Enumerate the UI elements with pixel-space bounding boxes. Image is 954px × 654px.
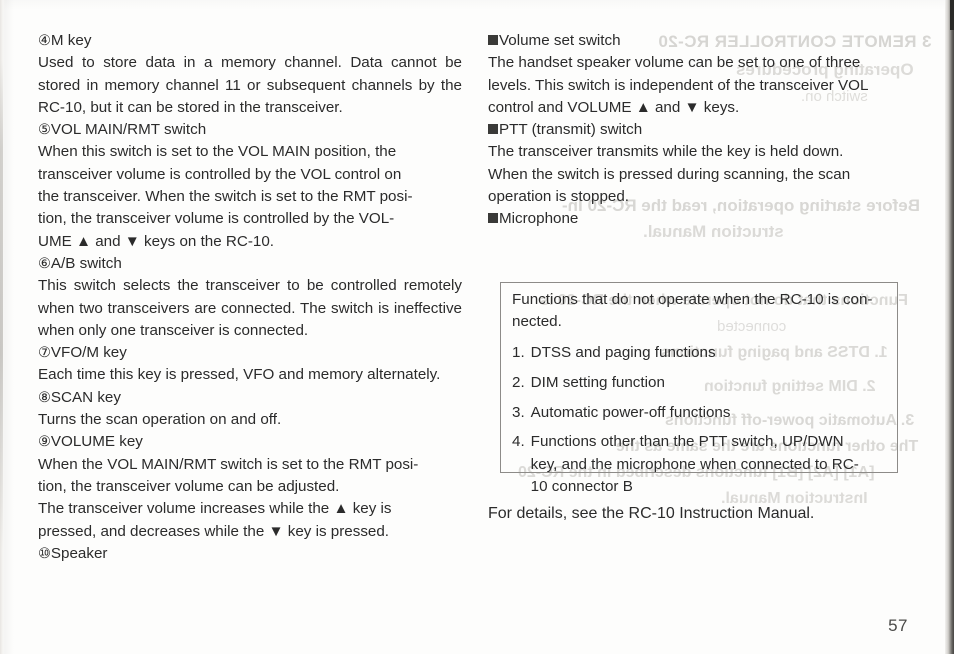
scanned-page: 3 REMOTE CONTROLLER RC-20 Operating proc… — [0, 0, 954, 654]
circled-numeral-9: ⑨ — [38, 434, 51, 451]
circled-numeral-6: ⑥ — [38, 255, 51, 272]
section-body-line: When the VOL MAIN/RMT switch is set to t… — [38, 455, 419, 473]
section-body-line: control and VOLUME ▲ and ▼ keys. — [488, 98, 740, 116]
section-body-line: operation is stopped. — [488, 188, 630, 206]
section-heading-m-key: ④M key — [38, 30, 462, 52]
section-body-vfo-m-key: Each time this key is pressed, VFO and m… — [38, 366, 441, 384]
section-body-line: The handset speaker volume can be set to… — [488, 54, 861, 72]
scan-edge-right — [945, 0, 954, 654]
callout-lead-line: Functions that do not operate when the R… — [512, 291, 873, 308]
section-heading-label: VOLUME key — [50, 433, 143, 451]
section-heading-ab-switch: ⑥A/B switch — [38, 253, 462, 275]
scan-artifact-left — [0, 60, 3, 550]
list-item-text: Functions other than the PTT switch, UP/… — [531, 431, 888, 498]
section-body-line: pressed, and decreases while the ▼ key i… — [38, 522, 390, 540]
list-item-number: 3. — [512, 404, 525, 422]
callout-list-item: 2. DIM setting function — [512, 364, 888, 394]
list-item-text-line: Functions other than the PTT switch, UP/… — [530, 433, 844, 451]
list-item-text: DIM setting function — [530, 373, 665, 391]
section-body-line: The transceiver volume increases while t… — [38, 500, 392, 518]
section-heading-label: Microphone — [499, 210, 579, 228]
section-body-line: levels. This switch is independent of th… — [488, 76, 869, 94]
section-heading-label: Volume set switch — [499, 32, 621, 49]
section-body-scan-key: Turns the scan operation on and off. — [38, 411, 282, 429]
section-heading-ptt-switch: PTT (transmit) switch — [488, 119, 908, 141]
circled-numeral-4: ④ — [38, 33, 51, 49]
page-number: 57 — [888, 616, 908, 635]
callout-lead-line: nected. — [512, 313, 562, 331]
list-item-text-line: key, and the microphone when connected t… — [530, 455, 859, 473]
section-heading-vol-main-rmt: ⑤VOL MAIN/RMT switch — [38, 119, 462, 141]
list-item-text: Automatic power-off functions — [530, 404, 731, 422]
section-heading-label: M key — [50, 32, 92, 49]
section-heading-speaker: ⑩Speaker — [38, 543, 462, 565]
list-item-number: 4. — [512, 433, 525, 451]
filled-square-bullet-icon — [488, 35, 498, 45]
section-heading-label: VFO/M key — [50, 344, 127, 362]
section-body-line: tion, the transceiver volume is controll… — [38, 210, 395, 228]
left-text-column: ④M key Used to store data in a memory ch… — [38, 30, 462, 565]
closing-note: For details, see the RC-10 Instruction M… — [488, 505, 815, 522]
filled-square-bullet-icon — [488, 213, 498, 224]
section-body-line: tion, the transceiver volume can be adju… — [38, 477, 340, 495]
circled-numeral-7: ⑦ — [38, 345, 51, 362]
section-heading-label: A/B switch — [50, 254, 122, 272]
section-body-line: UME ▲ and ▼ keys on the RC-10. — [38, 232, 275, 250]
section-body-line: transceiver volume is controlled by the … — [38, 165, 402, 183]
right-text-column: Volume set switch The handset speaker vo… — [488, 30, 908, 231]
callout-list-item: 4. Functions other than the PTT switch, … — [512, 424, 888, 498]
section-heading-vfo-m-key: ⑦VFO/M key — [38, 342, 462, 364]
callout-list-item: 1. DTSS and paging functions — [512, 334, 888, 364]
section-body-line: When this switch is set to the VOL MAIN … — [38, 143, 397, 161]
section-heading-volume-set-switch: Volume set switch — [488, 30, 908, 52]
list-item-text: DTSS and paging functions — [530, 343, 716, 361]
callout-list-item: 3. Automatic power-off functions — [512, 394, 888, 424]
section-heading-label: VOL MAIN/RMT switch — [50, 121, 207, 139]
section-heading-scan-key: ⑧SCAN key — [38, 387, 462, 409]
section-body-line: the transceiver. When the switch is set … — [38, 188, 413, 206]
circled-numeral-10: ⑩ — [38, 545, 51, 562]
list-item-number: 2. — [512, 373, 525, 391]
filled-square-bullet-icon — [488, 124, 498, 135]
list-item-number: 1. — [512, 343, 525, 361]
section-heading-volume-key: ⑨VOLUME key — [38, 431, 462, 453]
section-heading-label: SCAN key — [50, 388, 121, 406]
section-heading-label: PTT (transmit) switch — [499, 121, 643, 139]
section-body-line: The transceiver transmits while the key … — [488, 143, 844, 161]
section-heading-label: Speaker — [50, 544, 108, 562]
list-item-text-line: 10 connector B — [530, 478, 633, 496]
section-body-line: When the switch is pressed during scanni… — [488, 165, 851, 183]
circled-numeral-5: ⑤ — [38, 122, 51, 139]
section-body-ab-switch: This switch selects the transceiver to b… — [38, 277, 462, 339]
section-heading-microphone: Microphone — [488, 208, 908, 230]
circled-numeral-8: ⑧ — [38, 389, 51, 406]
scan-artifact-right-top — [950, 0, 954, 30]
section-body-m-key: Used to store data in a memory channel. … — [38, 54, 462, 116]
callout-box-content: Functions that do not operate when the R… — [512, 289, 888, 498]
